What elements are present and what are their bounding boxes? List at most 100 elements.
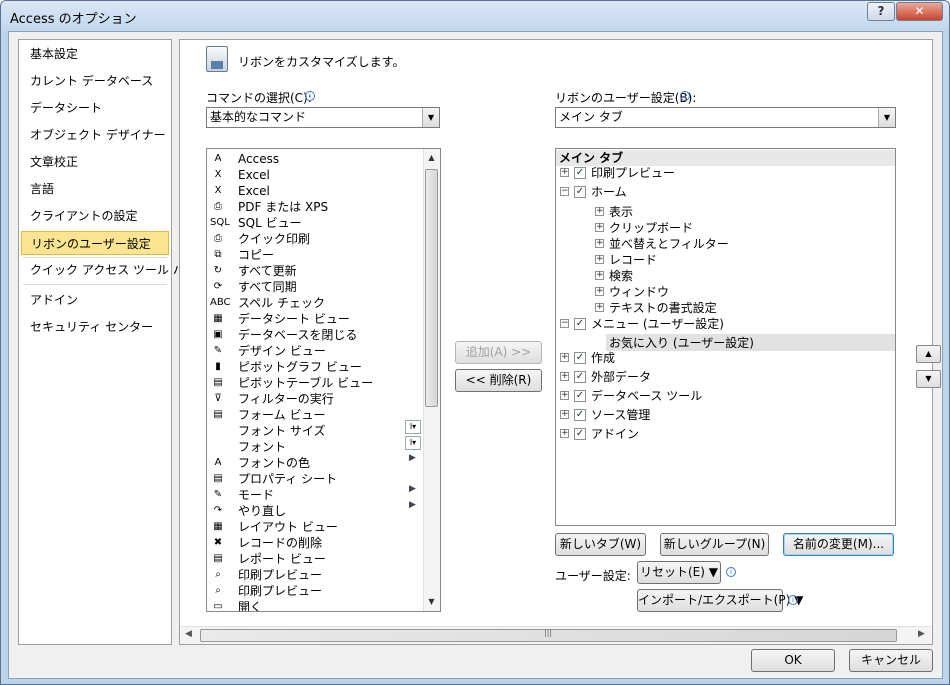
close-button[interactable]: ✕ bbox=[896, 2, 943, 21]
commands-combo[interactable]: 基本的なコマンド ▼ bbox=[206, 107, 440, 128]
expand-toggle-icon[interactable]: − bbox=[560, 319, 569, 328]
nav-item[interactable]: 文章校正 bbox=[21, 150, 169, 174]
nav-item[interactable]: 基本設定 bbox=[21, 42, 169, 66]
nav-item[interactable]: オブジェクト デザイナー bbox=[21, 123, 169, 147]
command-item[interactable]: Access bbox=[238, 151, 279, 167]
expand-toggle-icon[interactable]: + bbox=[595, 255, 604, 264]
nav-item[interactable]: アドイン bbox=[21, 288, 169, 312]
new-group-button[interactable]: 新しいグループ(N) bbox=[660, 533, 769, 556]
move-down-button[interactable]: ▼ bbox=[916, 370, 941, 388]
nav-item[interactable]: リボンのユーザー設定 bbox=[21, 231, 169, 255]
command-item[interactable]: フォント bbox=[238, 439, 286, 455]
tree-item[interactable]: 検索 bbox=[609, 268, 633, 284]
nav-item[interactable]: クイック アクセス ツール バー bbox=[21, 258, 197, 282]
expand-toggle-icon[interactable]: + bbox=[560, 372, 569, 381]
command-item[interactable]: デザイン ビュー bbox=[238, 343, 326, 359]
tree-item[interactable]: 作成 bbox=[591, 350, 615, 366]
tree-item[interactable]: 外部データ bbox=[591, 369, 651, 385]
command-item[interactable]: SQL ビュー bbox=[238, 215, 302, 231]
move-up-button[interactable]: ▲ bbox=[916, 345, 941, 363]
ribbon-tree[interactable]: メイン タブ + ✓ 印刷プレビュー − ✓ ホーム + 表示 + クリップボード + 並べ替えとフィ… bbox=[555, 148, 896, 526]
command-item[interactable]: スペル チェック bbox=[238, 295, 325, 311]
chevron-down-icon[interactable]: ▼ bbox=[422, 108, 439, 127]
tree-item[interactable]: 並べ替えとフィルター bbox=[609, 236, 729, 252]
nav-item[interactable]: データシート bbox=[21, 96, 169, 120]
expand-toggle-icon[interactable]: + bbox=[595, 303, 604, 312]
tree-item[interactable]: ウィンドウ bbox=[609, 284, 669, 300]
tree-item[interactable]: 印刷プレビュー bbox=[591, 165, 675, 181]
commands-list[interactable]: A Access X Excel X Excel ⎙ PDF または XPS SQL SQL ビュ… bbox=[206, 148, 441, 612]
command-item[interactable]: データベースを閉じる bbox=[238, 327, 357, 343]
tree-item[interactable]: お気に入り (ユーザー設定) bbox=[609, 335, 754, 351]
command-item[interactable]: Excel bbox=[238, 167, 270, 183]
chevron-down-icon[interactable]: ▼ bbox=[878, 108, 895, 127]
command-item[interactable]: ピボットテーブル ビュー bbox=[238, 375, 373, 391]
tree-item[interactable]: データベース ツール bbox=[591, 388, 702, 404]
command-item[interactable]: 印刷プレビュー bbox=[238, 583, 322, 599]
command-item[interactable]: プロパティ シート bbox=[238, 471, 337, 487]
checkbox-icon[interactable]: ✓ bbox=[574, 390, 586, 402]
command-item[interactable]: モード bbox=[238, 487, 274, 503]
command-item[interactable]: やり直し bbox=[238, 503, 286, 519]
checkbox-icon[interactable]: ✓ bbox=[574, 318, 586, 330]
tree-item[interactable]: レコード bbox=[609, 252, 657, 268]
help-button[interactable]: ? bbox=[867, 2, 895, 21]
hscroll-thumb[interactable]: ||| bbox=[200, 628, 897, 642]
remove-button[interactable]: << 削除(R) bbox=[455, 369, 542, 392]
tree-item[interactable]: メニュー (ユーザー設定) bbox=[591, 316, 724, 332]
scroll-left-icon[interactable]: ◀ bbox=[185, 629, 192, 639]
expand-toggle-icon[interactable]: + bbox=[560, 391, 569, 400]
checkbox-icon[interactable]: ✓ bbox=[574, 371, 586, 383]
command-item[interactable]: コピー bbox=[238, 247, 274, 263]
scroll-right-icon[interactable]: ▶ bbox=[918, 629, 925, 639]
ribbon-combo[interactable]: メイン タブ ▼ bbox=[555, 107, 896, 128]
checkbox-icon[interactable]: ✓ bbox=[574, 352, 586, 364]
checkbox-icon[interactable]: ✓ bbox=[574, 409, 586, 421]
expand-toggle-icon[interactable]: + bbox=[595, 239, 604, 248]
reset-button[interactable]: リセット(E) ▼ bbox=[637, 561, 721, 584]
expand-toggle-icon[interactable]: + bbox=[560, 429, 569, 438]
tree-item[interactable]: テキストの書式設定 bbox=[609, 300, 717, 316]
scroll-thumb[interactable] bbox=[425, 169, 438, 407]
command-item[interactable]: すべて更新 bbox=[238, 263, 297, 279]
rename-button[interactable]: 名前の変更(M)... bbox=[783, 533, 894, 556]
tree-item[interactable]: 表示 bbox=[609, 204, 633, 220]
expand-toggle-icon[interactable]: + bbox=[560, 168, 569, 177]
expand-toggle-icon[interactable]: + bbox=[560, 410, 569, 419]
nav-item[interactable]: クライアントの設定 bbox=[21, 204, 169, 228]
import-export-button[interactable]: インポート/エクスポート(P) ▼ bbox=[637, 589, 803, 612]
command-item[interactable]: フォント サイズ bbox=[238, 423, 325, 439]
command-item[interactable]: ピボットグラフ ビュー bbox=[238, 359, 362, 375]
tree-item[interactable]: ホーム bbox=[591, 184, 627, 200]
nav-item[interactable]: カレント データベース bbox=[21, 69, 169, 93]
expand-toggle-icon[interactable]: + bbox=[595, 223, 604, 232]
command-item[interactable]: レイアウト ビュー bbox=[238, 519, 338, 535]
nav-item[interactable]: 言語 bbox=[21, 177, 169, 201]
commands-scrollbar[interactable]: ▲ ▼ bbox=[423, 149, 440, 611]
cancel-button[interactable]: キャンセル bbox=[849, 649, 933, 672]
nav-item[interactable]: セキュリティ センター bbox=[21, 315, 169, 339]
expand-toggle-icon[interactable]: + bbox=[595, 271, 604, 280]
command-item[interactable]: データシート ビュー bbox=[238, 311, 350, 327]
command-item[interactable]: レコードの削除 bbox=[238, 535, 322, 551]
expand-toggle-icon[interactable]: + bbox=[595, 207, 604, 216]
tree-item[interactable]: ソース管理 bbox=[591, 407, 650, 423]
checkbox-icon[interactable]: ✓ bbox=[574, 167, 586, 179]
expand-toggle-icon[interactable]: + bbox=[595, 287, 604, 296]
expand-toggle-icon[interactable]: + bbox=[560, 353, 569, 362]
command-item[interactable]: PDF または XPS bbox=[238, 199, 328, 215]
command-item[interactable]: フィルターの実行 bbox=[238, 391, 334, 407]
scroll-down-icon[interactable]: ▼ bbox=[424, 594, 439, 609]
command-item[interactable]: すべて同期 bbox=[238, 279, 297, 295]
command-item[interactable]: フォントの色 bbox=[238, 455, 310, 471]
command-item[interactable]: クイック印刷 bbox=[238, 231, 310, 247]
horizontal-scrollbar[interactable]: ◀ ||| ▶ bbox=[180, 626, 932, 644]
add-button[interactable]: 追加(A) >> bbox=[455, 341, 542, 364]
checkbox-icon[interactable]: ✓ bbox=[574, 186, 586, 198]
tree-item[interactable]: アドイン bbox=[591, 426, 639, 442]
command-item[interactable]: 開く bbox=[238, 599, 262, 611]
scroll-up-icon[interactable]: ▲ bbox=[424, 150, 439, 165]
command-item[interactable]: Excel bbox=[238, 183, 270, 199]
expand-toggle-icon[interactable]: − bbox=[560, 187, 569, 196]
command-item[interactable]: レポート ビュー bbox=[238, 551, 326, 567]
